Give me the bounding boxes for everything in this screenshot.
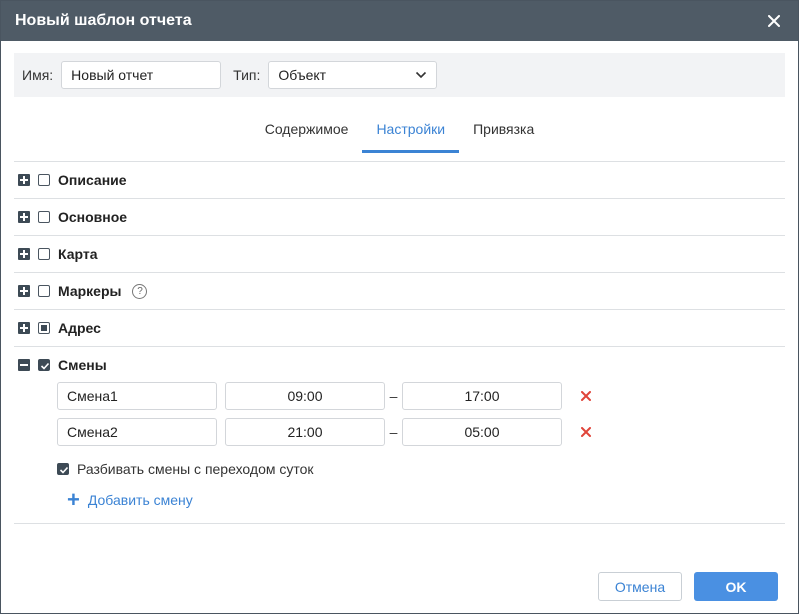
- name-input[interactable]: [61, 61, 222, 89]
- section-description: Описание: [14, 162, 785, 199]
- tab-settings[interactable]: Настройки: [362, 111, 459, 153]
- shift-start-time[interactable]: [225, 382, 385, 410]
- section-checkbox[interactable]: [38, 248, 50, 260]
- section-checkbox[interactable]: [38, 211, 50, 223]
- split-shifts-row: Разбивать смены с переходом суток: [57, 461, 314, 477]
- chevron-down-icon: [416, 71, 427, 79]
- expand-plus-icon[interactable]: [18, 211, 30, 223]
- tabs: Содержимое Настройки Привязка: [14, 111, 785, 161]
- type-label: Тип:: [233, 67, 261, 83]
- shift-end-time[interactable]: [402, 382, 562, 410]
- expand-plus-icon[interactable]: [18, 248, 30, 260]
- dialog-titlebar: Новый шаблон отчета: [1, 1, 798, 41]
- section-checkbox-partial[interactable]: [38, 322, 50, 334]
- expand-plus-icon[interactable]: [18, 322, 30, 334]
- shift-name-input[interactable]: [57, 382, 217, 410]
- delete-x-icon: [581, 391, 591, 401]
- add-shift-label: Добавить смену: [87, 492, 193, 508]
- time-separator: –: [389, 424, 398, 440]
- shift-row: –: [57, 418, 594, 446]
- check-icon: [59, 466, 69, 474]
- new-report-template-dialog: Новый шаблон отчета Имя: Тип: Объект Сод…: [0, 0, 799, 614]
- section-label: Описание: [58, 172, 127, 188]
- expand-plus-icon[interactable]: [18, 285, 30, 297]
- type-select-value: Объект: [278, 67, 327, 83]
- section-markers: Маркеры ?: [14, 273, 785, 310]
- shift-row: –: [57, 382, 594, 410]
- close-icon: [768, 15, 780, 27]
- section-checkbox[interactable]: [38, 174, 50, 186]
- ok-button[interactable]: OK: [694, 572, 778, 601]
- dialog-title: Новый шаблон отчета: [15, 12, 192, 29]
- section-label: Смены: [58, 357, 107, 373]
- type-select[interactable]: Объект: [268, 61, 438, 89]
- section-checkbox-checked[interactable]: [38, 359, 50, 371]
- section-address: Адрес: [14, 310, 785, 347]
- section-checkbox[interactable]: [38, 285, 50, 297]
- cancel-button[interactable]: Отмена: [598, 572, 682, 601]
- tab-content[interactable]: Содержимое: [251, 111, 363, 153]
- delete-shift-button[interactable]: [578, 424, 594, 440]
- section-label: Основное: [58, 209, 128, 225]
- section-label: Адрес: [58, 320, 101, 336]
- delete-x-icon: [581, 427, 591, 437]
- shift-name-input[interactable]: [57, 418, 217, 446]
- split-shifts-label: Разбивать смены с переходом суток: [77, 461, 314, 477]
- check-icon: [40, 362, 50, 370]
- add-shift-button[interactable]: + Добавить смену: [67, 487, 193, 512]
- tab-binding[interactable]: Привязка: [459, 111, 548, 153]
- name-label: Имя:: [22, 67, 54, 83]
- split-shifts-checkbox[interactable]: [57, 463, 69, 475]
- close-button[interactable]: [764, 11, 784, 31]
- section-label: Карта: [58, 246, 98, 262]
- shift-end-time[interactable]: [402, 418, 562, 446]
- delete-shift-button[interactable]: [578, 388, 594, 404]
- shift-start-time[interactable]: [225, 418, 385, 446]
- plus-icon: +: [67, 487, 80, 512]
- collapse-minus-icon[interactable]: [18, 359, 30, 371]
- time-separator: –: [389, 388, 398, 404]
- help-icon[interactable]: ?: [132, 283, 148, 299]
- name-type-bar: Имя: Тип: Объект: [14, 53, 785, 97]
- section-label: Маркеры: [58, 283, 122, 299]
- section-main: Основное: [14, 199, 785, 236]
- expand-plus-icon[interactable]: [18, 174, 30, 186]
- section-map: Карта: [14, 236, 785, 273]
